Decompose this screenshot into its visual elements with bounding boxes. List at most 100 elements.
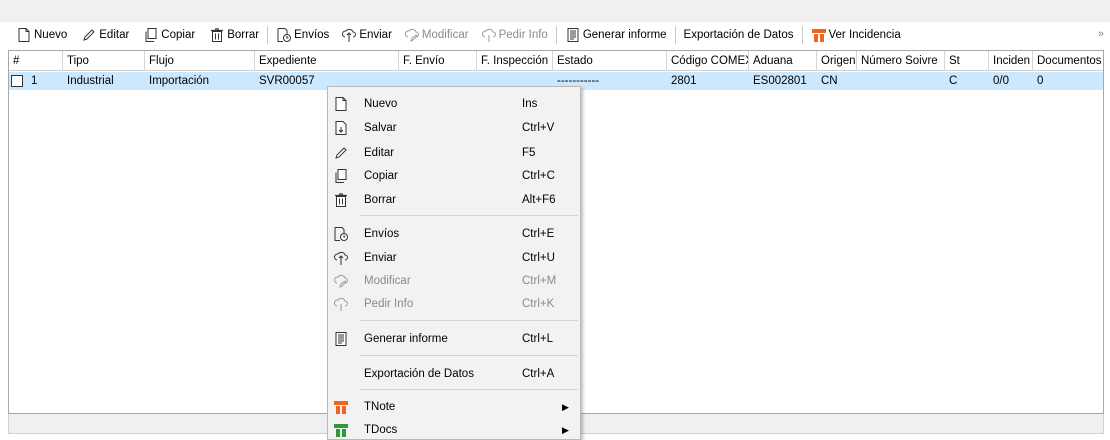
pencil-icon — [332, 144, 350, 162]
column-header-origen[interactable]: Origen — [817, 51, 857, 71]
toolbar-borrar-label: Borrar — [227, 29, 260, 41]
column-header-inciden[interactable]: Inciden — [989, 51, 1033, 71]
toolbar-nuevo-label: Nuevo — [34, 29, 68, 41]
menu-item-shortcut: Ctrl+A — [522, 368, 555, 380]
menu-item-exportacion[interactable]: Exportación de Datos Ctrl+A — [328, 363, 580, 385]
menu-item-label: Modificar — [364, 275, 411, 287]
column-header-f-inspeccion[interactable]: F. Inspección — [477, 51, 553, 71]
cell-numero-soivre — [857, 72, 945, 90]
cell-origen: CN — [821, 75, 838, 87]
cell-codigo-comex: 2801 — [671, 75, 697, 87]
column-header-codigo-comex[interactable]: Código COMEX — [667, 51, 749, 71]
menu-item-label: Enviar — [364, 252, 397, 264]
menu-item-tdocs[interactable]: TDocs ▶ — [328, 419, 580, 440]
toolbar-exportacion-label: Exportación de Datos — [683, 29, 794, 41]
column-header-tipo[interactable]: Tipo — [63, 51, 145, 71]
submenu-arrow-icon: ▶ — [562, 402, 569, 412]
menu-separator — [360, 320, 578, 321]
menu-item-label: TNote — [364, 401, 396, 413]
menu-item-editar[interactable]: Editar F5 — [328, 142, 580, 164]
menu-item-shortcut: Ctrl+C — [522, 170, 555, 182]
column-header-aduana[interactable]: Aduana — [749, 51, 817, 71]
cloud-edit-icon — [404, 28, 419, 42]
menu-item-label: Exportación de Datos — [364, 368, 474, 380]
toolbar-separator — [555, 26, 557, 44]
menu-item-label: Salvar — [364, 122, 397, 134]
toolbar-exportacion-button[interactable]: Exportación de Datos — [680, 24, 798, 46]
report-icon — [332, 330, 350, 348]
column-header-st[interactable]: St — [945, 51, 989, 71]
menu-item-label: TDocs — [364, 424, 398, 436]
menu-item-label: Envíos — [364, 228, 400, 240]
column-header-flujo[interactable]: Flujo — [145, 51, 255, 71]
cell-documentos: 0 — [1037, 75, 1044, 87]
context-menu: Nuevo Ins Salvar Ctrl+V Editar F5 Copiar… — [327, 86, 581, 440]
menu-item-generar-informe[interactable]: Generar informe Ctrl+L — [328, 328, 580, 350]
toolbar-generar-informe-button[interactable]: Generar informe — [561, 24, 671, 46]
toolbar-copiar-label: Copiar — [161, 29, 196, 41]
toolbar-copiar-button[interactable]: Copiar — [139, 24, 199, 46]
menu-item-label: Nuevo — [364, 98, 398, 110]
column-header-documentos[interactable]: Documentos — [1033, 51, 1105, 71]
menu-separator — [360, 215, 578, 216]
column-header-numero-soivre[interactable]: Número Soivre — [857, 51, 945, 71]
shipments-icon — [277, 28, 292, 42]
toolbar-envios-button[interactable]: Envíos — [272, 24, 333, 46]
window-top-strip — [0, 0, 1110, 22]
cloud-request-icon — [332, 295, 350, 313]
toolbar-ver-incidencia-button[interactable]: Ver Incidencia — [807, 24, 905, 46]
menu-item-pedir-info[interactable]: Pedir Info Ctrl+K — [328, 293, 580, 315]
toolbar-modificar-button[interactable]: Modificar — [400, 24, 473, 46]
toolbar-ver-incidencia-label: Ver Incidencia — [828, 29, 901, 41]
submenu-arrow-icon: ▶ — [562, 425, 569, 435]
copy-icon — [332, 167, 350, 185]
trash-icon — [211, 28, 224, 42]
cell-tipo: Industrial — [67, 75, 114, 87]
trash-icon — [332, 191, 350, 209]
column-header-f-envio[interactable]: F. Envío — [399, 51, 477, 71]
menu-item-copiar[interactable]: Copiar Ctrl+C — [328, 165, 580, 187]
cloud-upload-icon — [332, 249, 350, 267]
menu-separator — [360, 355, 578, 356]
column-header-estado[interactable]: Estado — [553, 51, 667, 71]
menu-item-label: Generar informe — [364, 333, 448, 345]
toolbar-generar-informe-label: Generar informe — [582, 29, 667, 41]
cell-inciden: 0/0 — [993, 75, 1009, 87]
pencil-icon — [83, 29, 95, 41]
menu-item-shortcut: Ctrl+L — [522, 333, 553, 345]
menu-item-label: Borrar — [364, 194, 396, 206]
toolbar-pedir-info-button[interactable]: Pedir Info — [477, 24, 552, 46]
menu-item-tnote[interactable]: TNote ▶ — [328, 396, 580, 418]
row-checkbox[interactable] — [11, 75, 23, 87]
menu-item-envios[interactable]: Envíos Ctrl+E — [328, 223, 580, 245]
save-icon — [332, 119, 350, 137]
menu-item-borrar[interactable]: Borrar Alt+F6 — [328, 189, 580, 211]
cell-flujo: Importación — [149, 75, 210, 87]
menu-item-shortcut: Ctrl+E — [522, 228, 555, 240]
toolbar-editar-button[interactable]: Editar — [77, 24, 133, 46]
menu-item-enviar[interactable]: Enviar Ctrl+U — [328, 247, 580, 269]
report-icon — [567, 28, 579, 42]
shipments-icon — [332, 225, 350, 243]
toolbar-borrar-button[interactable]: Borrar — [205, 24, 263, 46]
toolbar-separator — [267, 26, 269, 44]
menu-item-salvar[interactable]: Salvar Ctrl+V — [328, 117, 580, 139]
column-header-expediente[interactable]: Expediente — [255, 51, 399, 71]
tnote-icon — [811, 29, 826, 42]
menu-item-nuevo[interactable]: Nuevo Ins — [328, 93, 580, 115]
menu-item-shortcut: F5 — [522, 147, 536, 159]
column-header-num[interactable]: # — [9, 51, 63, 71]
toolbar-overflow-chevron-icon[interactable]: » — [1098, 28, 1104, 40]
toolbar-nuevo-button[interactable]: Nuevo — [12, 24, 71, 46]
menu-item-modificar[interactable]: Modificar Ctrl+M — [328, 270, 580, 292]
toolbar-pedir-info-label: Pedir Info — [498, 29, 548, 41]
toolbar-separator — [674, 26, 676, 44]
toolbar-enviar-button[interactable]: Enviar — [337, 24, 396, 46]
menu-item-label: Copiar — [364, 170, 398, 182]
toolbar-separator — [801, 26, 803, 44]
toolbar-enviar-label: Enviar — [359, 29, 392, 41]
menu-item-shortcut: Alt+F6 — [522, 194, 556, 206]
cloud-request-icon — [481, 28, 496, 42]
tnote-icon — [332, 398, 350, 416]
copy-icon — [145, 28, 157, 42]
